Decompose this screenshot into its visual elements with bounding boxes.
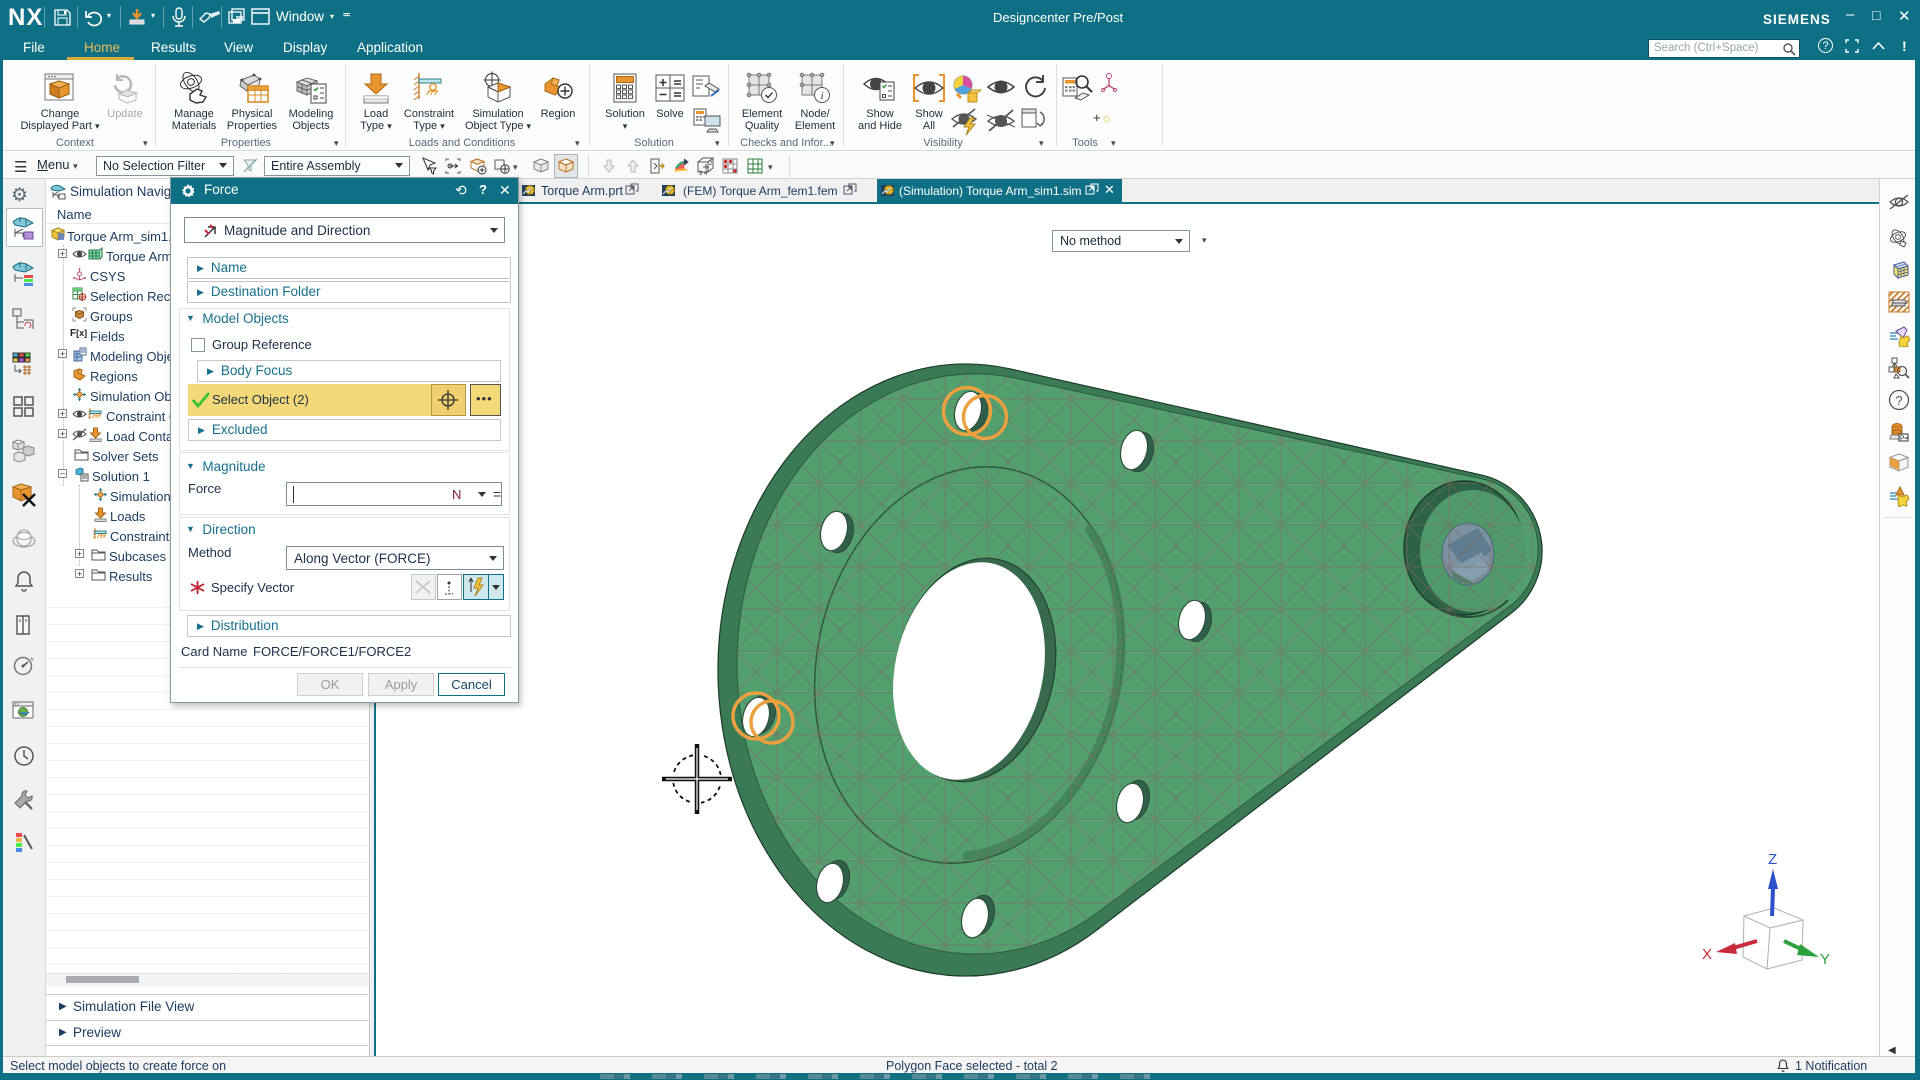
- svg-text:Z: Z: [1768, 851, 1777, 868]
- svg-text:X: X: [1702, 946, 1712, 963]
- svg-text:?: ?: [1895, 393, 1902, 408]
- svg-text:Y: Y: [1820, 951, 1830, 968]
- svg-text:2: 2: [709, 161, 713, 167]
- svg-text:P=: P=: [1900, 435, 1908, 442]
- svg-text:3 4: 3 4: [699, 171, 708, 176]
- svg-text:i: i: [820, 90, 823, 102]
